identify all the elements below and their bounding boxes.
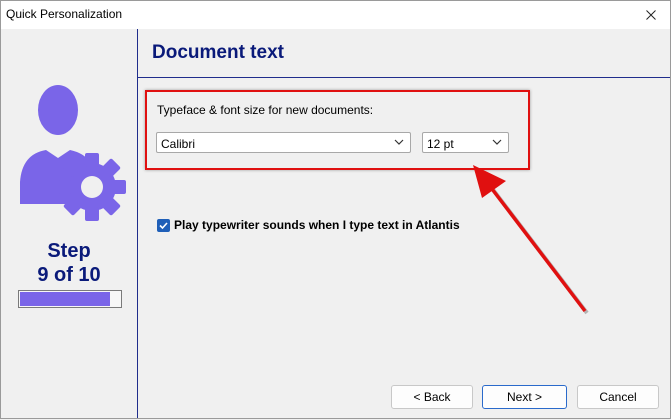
- next-button[interactable]: Next >: [482, 385, 567, 409]
- back-button[interactable]: < Back: [391, 385, 473, 409]
- annotation-arrow-icon: [473, 165, 589, 315]
- cancel-button[interactable]: Cancel: [577, 385, 659, 409]
- dialog-window: Quick Personalization Step 9 of 10 Docum…: [0, 0, 671, 419]
